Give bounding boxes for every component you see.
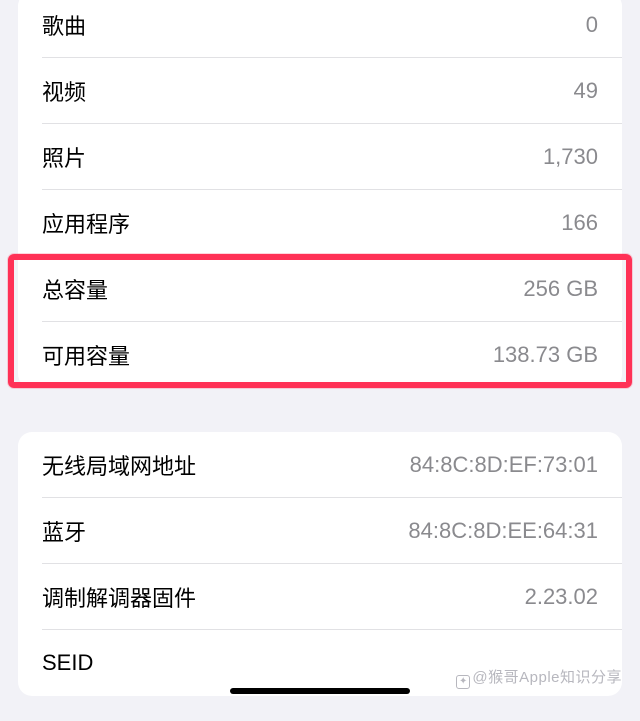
watermark-text: ✦@猴哥Apple知识分享 — [456, 666, 622, 689]
value-wifi-address: 84:8C:8D:EF:73:01 — [410, 452, 598, 478]
row-bluetooth[interactable]: 蓝牙 84:8C:8D:EE:64:31 — [18, 498, 622, 564]
value-apps: 166 — [561, 210, 598, 236]
about-section-media-storage: 歌曲 0 视频 49 照片 1,730 应用程序 166 总容量 256 GB … — [18, 0, 622, 388]
watermark-label: @猴哥Apple知识分享 — [472, 669, 622, 686]
value-available-capacity: 138.73 GB — [493, 342, 598, 368]
value-bluetooth: 84:8C:8D:EE:64:31 — [408, 518, 598, 544]
label-photos: 照片 — [42, 141, 86, 173]
value-songs: 0 — [586, 12, 598, 38]
value-total-capacity: 256 GB — [523, 276, 598, 302]
label-seid: SEID — [42, 650, 93, 676]
value-videos: 49 — [574, 78, 598, 104]
row-total-capacity[interactable]: 总容量 256 GB — [18, 256, 622, 322]
row-apps[interactable]: 应用程序 166 — [18, 190, 622, 256]
label-available-capacity: 可用容量 — [42, 339, 130, 371]
watermark-icon: ✦ — [456, 675, 470, 689]
row-photos[interactable]: 照片 1,730 — [18, 124, 622, 190]
value-modem-firmware: 2.23.02 — [525, 584, 598, 610]
label-videos: 视频 — [42, 75, 86, 107]
value-photos: 1,730 — [543, 144, 598, 170]
row-wifi-address[interactable]: 无线局域网地址 84:8C:8D:EF:73:01 — [18, 432, 622, 498]
label-total-capacity: 总容量 — [42, 273, 108, 305]
label-bluetooth: 蓝牙 — [42, 515, 86, 547]
row-videos[interactable]: 视频 49 — [18, 58, 622, 124]
label-wifi-address: 无线局域网地址 — [42, 449, 196, 481]
row-songs[interactable]: 歌曲 0 — [18, 0, 622, 58]
label-modem-firmware: 调制解调器固件 — [42, 581, 196, 613]
row-available-capacity[interactable]: 可用容量 138.73 GB — [18, 322, 622, 388]
home-indicator[interactable] — [230, 688, 410, 694]
about-section-network: 无线局域网地址 84:8C:8D:EF:73:01 蓝牙 84:8C:8D:EE… — [18, 432, 622, 696]
label-songs: 歌曲 — [42, 9, 86, 41]
label-apps: 应用程序 — [42, 207, 130, 239]
row-modem-firmware[interactable]: 调制解调器固件 2.23.02 — [18, 564, 622, 630]
